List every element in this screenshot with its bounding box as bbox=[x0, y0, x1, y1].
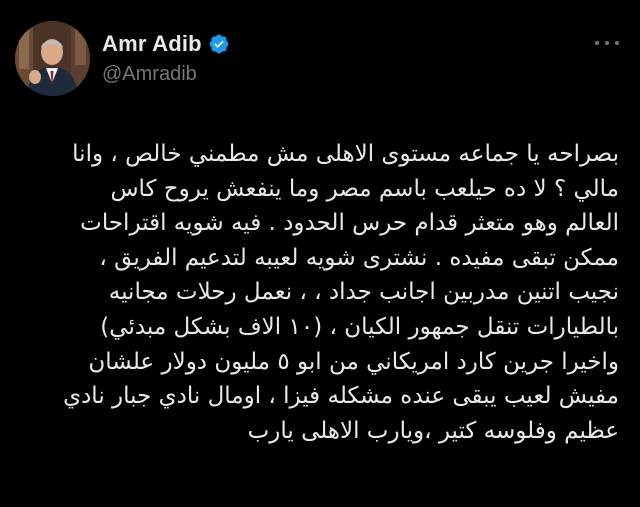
tweet-line: عظيم وفلوسه كتير ،ويارب الاهلى يارب bbox=[247, 417, 619, 444]
avatar-image bbox=[15, 21, 90, 96]
tweet-line: مالي ؟ لا ده حيلعب باسم مصر وما ينفعش ير… bbox=[110, 175, 619, 202]
tweet-line: بالطيارات تنقل جمهور الكيان ، (١٠ الاف ب… bbox=[100, 313, 619, 340]
tweet-line: العالم وهو متعثر قدام حرس الحدود . فيه ش… bbox=[80, 210, 619, 237]
tweet-header: Amr Adib @Amradib bbox=[15, 21, 627, 97]
tweet-line: ممكن تبقى مفيده . نشترى شويه لعيبه لتدعي… bbox=[99, 244, 619, 271]
more-options-icon[interactable] bbox=[595, 39, 619, 47]
author-identity: Amr Adib @Amradib bbox=[102, 30, 230, 86]
more-dot bbox=[595, 41, 599, 45]
tweet-line: مفيش لعيب يبقى عنده مشكله فيزا ، اومال ن… bbox=[63, 383, 619, 410]
handle[interactable]: @Amradib bbox=[102, 63, 230, 86]
tweet-line: واخيرا جرين كارد امريكاني من ابو ٥ مليون… bbox=[88, 348, 619, 375]
tweet-line: نجيب اتنين مدربين اجانب جداد ، ، نعمل رح… bbox=[108, 279, 619, 306]
tweet-text: بصراحه يا جماعه مستوى الاهلى مش مطمني خا… bbox=[16, 137, 619, 448]
more-dot bbox=[605, 41, 609, 45]
name-row: Amr Adib bbox=[102, 30, 230, 58]
tweet-line: بصراحه يا جماعه مستوى الاهلى مش مطمني خا… bbox=[72, 141, 619, 167]
more-dot bbox=[615, 41, 619, 45]
verified-badge-icon bbox=[209, 34, 229, 54]
display-name[interactable]: Amr Adib bbox=[102, 31, 202, 57]
avatar[interactable] bbox=[15, 21, 90, 96]
